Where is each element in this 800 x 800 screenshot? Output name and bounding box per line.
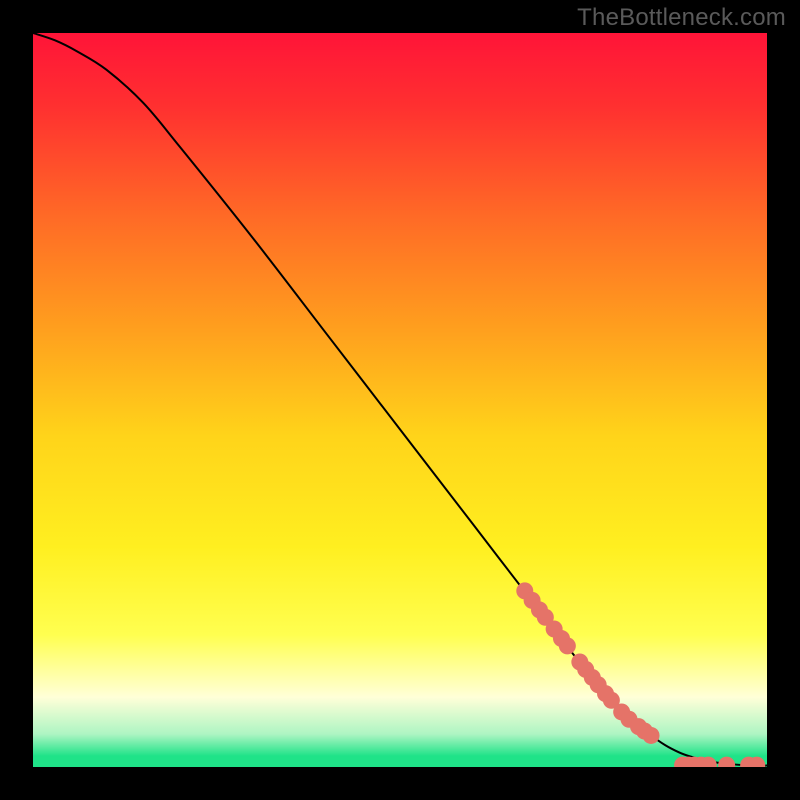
plot-area [33,33,767,767]
chart-svg [33,33,767,767]
watermark-text: TheBottleneck.com [577,4,786,32]
gradient-background [33,33,767,767]
data-marker [559,637,576,654]
chart-stage: TheBottleneck.com [0,0,800,800]
data-marker [643,727,660,744]
